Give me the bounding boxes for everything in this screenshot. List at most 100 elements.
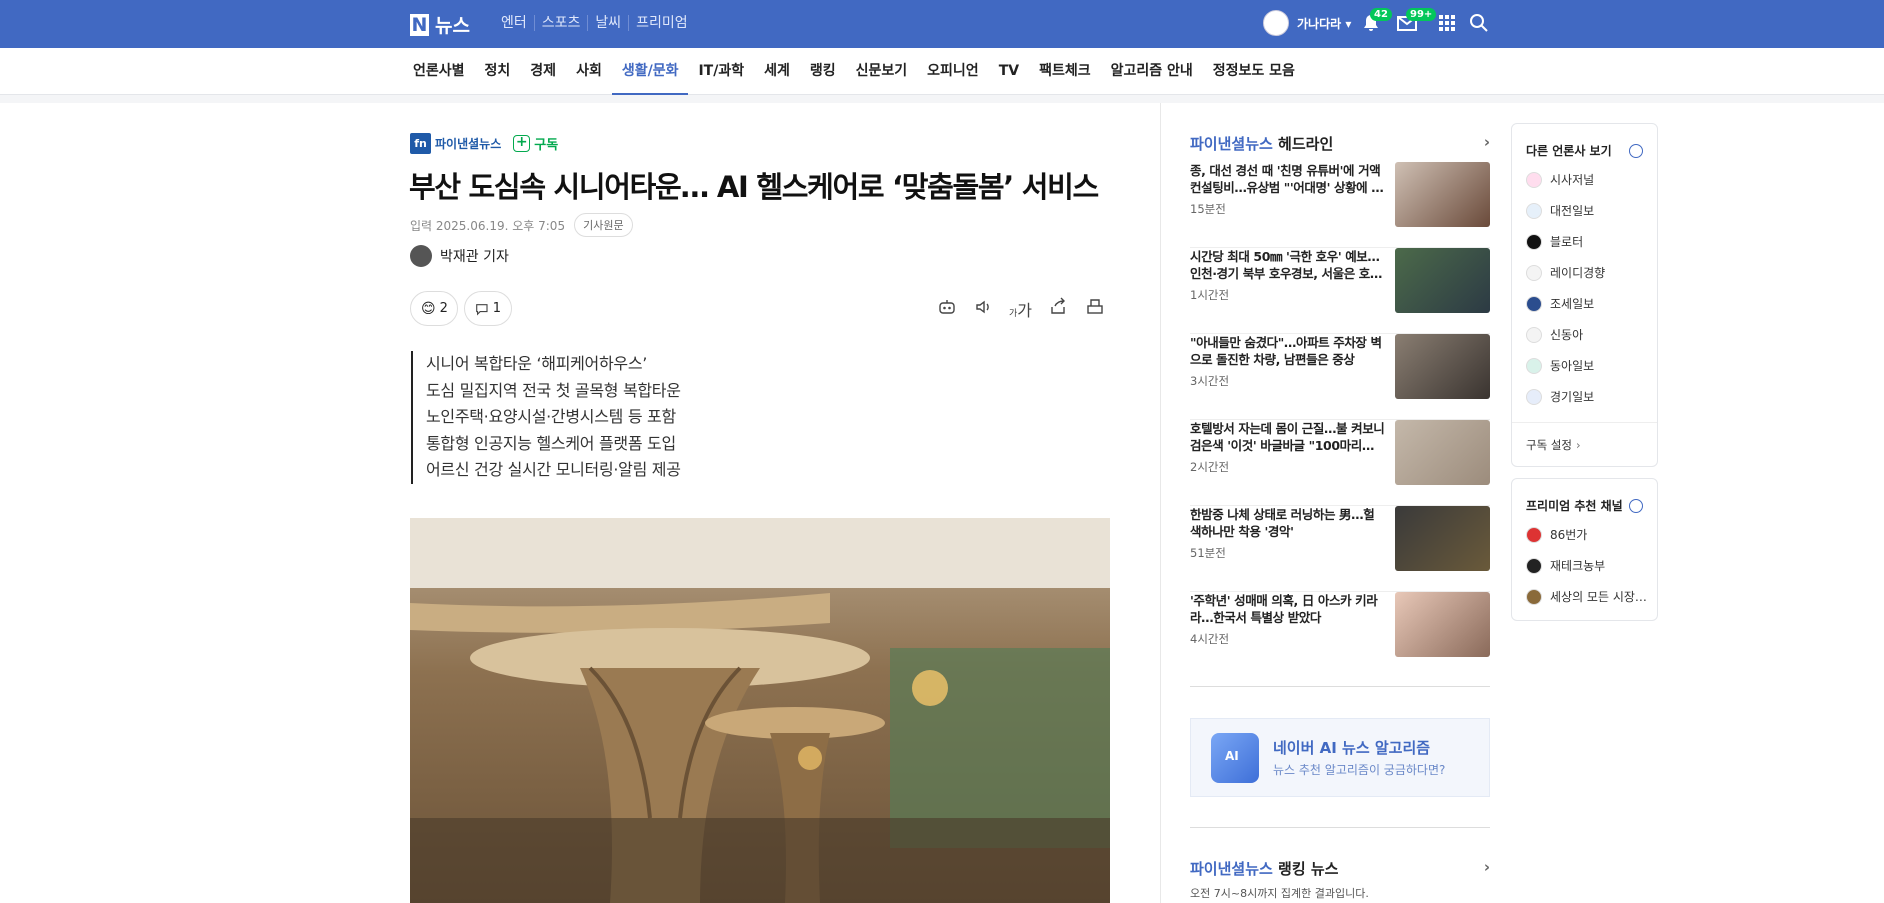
top-links: 엔터 스포츠 날씨 프리미엄 (494, 15, 695, 31)
summary-line: 도심 밀집지역 전국 첫 골목형 복합타운 (426, 380, 681, 400)
comment-button[interactable]: 1 (464, 291, 512, 326)
press-item[interactable]: 조세일보 (1526, 295, 1594, 312)
user-menu[interactable]: 가나다라 ▾ (1263, 10, 1351, 36)
headline-thumbnail (1395, 334, 1490, 399)
naver-news-logo[interactable]: N 뉴스 (410, 11, 470, 38)
ai-icon: AI (1211, 733, 1259, 783)
print-icon[interactable] (1076, 297, 1113, 321)
summary-line: 노인주택·요양시설·간병시스템 등 포함 (426, 407, 676, 426)
article-summary: 시니어 복합타운 ‘해피케어하우스’ 도심 밀집지역 전국 첫 골목형 복합타운… (411, 351, 681, 484)
press-item[interactable]: 신동아 (1526, 326, 1583, 343)
channel-logo-icon (1526, 526, 1542, 543)
headline-item[interactable]: 한밤중 나체 상태로 러닝하는 男…헐색하나만 착용 '경악' 51분전 (1190, 506, 1490, 592)
nav-item-ranking[interactable]: 랭킹 (800, 48, 846, 95)
refresh-icon[interactable] (1629, 499, 1643, 513)
headline-item[interactable]: '주학년' 성매매 의혹, 日 아스카 키라라…한국서 특별상 받았다 4시간전 (1190, 592, 1490, 678)
nav-item-opinion[interactable]: 오피니언 (917, 48, 989, 95)
top-link-premium[interactable]: 프리미엄 (628, 15, 695, 31)
nav-item-factcheck[interactable]: 팩트체크 (1029, 48, 1101, 95)
nav-item-newspaper[interactable]: 신문보기 (846, 48, 918, 95)
press-logo-icon (1526, 171, 1542, 188)
divider (1190, 827, 1490, 828)
press-item[interactable]: 블로터 (1526, 233, 1583, 250)
notification-badge: 42 (1370, 8, 1392, 21)
font-size-label: 가 (1017, 301, 1032, 320)
user-name-text: 가나다라 (1297, 16, 1342, 31)
robot-summary-icon[interactable] (928, 297, 965, 321)
reporter-name: 박재관 기자 (440, 249, 509, 265)
avatar (1263, 10, 1289, 36)
ranking-title: 랭킹 뉴스 (1278, 860, 1339, 878)
nav-item-world[interactable]: 세계 (754, 48, 800, 95)
nav-item-press[interactable]: 언론사별 (403, 48, 475, 95)
speaker-icon[interactable] (965, 297, 1002, 321)
press-item[interactable]: 시사저널 (1526, 171, 1594, 188)
subscribe-setting-link[interactable]: 구독 설정 › (1526, 437, 1581, 453)
original-article-button[interactable]: 기사원문 (574, 213, 633, 237)
mail-button[interactable]: 99+ (1396, 8, 1437, 36)
subscribe-button[interactable]: + 구독 (513, 134, 558, 153)
premium-title: 프리미엄 추천 채널 (1526, 499, 1623, 513)
nav-item-algorithm[interactable]: 알고리즘 안내 (1101, 48, 1203, 95)
top-link-sports[interactable]: 스포츠 (533, 15, 588, 31)
mail-badge: 99+ (1406, 8, 1437, 21)
press-item[interactable]: 경기일보 (1526, 388, 1594, 405)
article-title: 부산 도심속 시니어타운… AI 헬스케어로 ‘맞춤돌봄’ 서비스 (409, 170, 1099, 204)
summary-line: 시니어 복합타운 ‘해피케어하우스’ (426, 354, 648, 373)
comment-count: 1 (492, 301, 501, 316)
article-meta: 입력 2025.06.19. 오후 7:05 기사원문 (410, 213, 633, 237)
share-icon[interactable] (1039, 297, 1076, 321)
notification-button[interactable]: 42 (1360, 8, 1392, 36)
headline-item[interactable]: "아내들만 숨겼다"…아파트 주차장 벽으로 돌진한 차량, 남편들은 중상 3… (1190, 334, 1490, 420)
reaction-button[interactable]: 😊 2 (410, 291, 458, 326)
headline-section-title: 헤드라인 (1278, 135, 1334, 153)
nav-item-life-culture[interactable]: 생활/문화 (611, 48, 689, 95)
press-item[interactable]: 레이디경향 (1526, 264, 1605, 281)
press-item-name: 동아일보 (1550, 359, 1595, 373)
nav-item-corrections[interactable]: 정정보도 모음 (1203, 48, 1305, 95)
headline-item-time: 15분전 (1190, 202, 1226, 216)
other-press-panel: 다른 언론사 보기 시사저널 대전일보 블로터 레이디경향 조세일보 신동아 동… (1511, 123, 1658, 467)
ranking-section-header[interactable]: 파이낸셜뉴스 랭킹 뉴스 › 오전 7시~8시까지 집계한 결과입니다. (1190, 858, 1490, 901)
press-item-name: 레이디경향 (1550, 266, 1606, 280)
ranking-brand: 파이낸셜뉴스 (1190, 860, 1273, 878)
nav-item-society[interactable]: 사회 (566, 48, 612, 95)
category-nav: 언론사별 정치 경제 사회 생활/문화 IT/과학 세계 랭킹 신문보기 오피니… (0, 48, 1884, 95)
premium-item[interactable]: 세상의 모든 시장… (1526, 588, 1647, 605)
nav-item-it-science[interactable]: IT/과학 (688, 48, 754, 95)
headline-item-text: 시간당 최대 50㎜ '극한 호우' 예보… 인천·경기 북부 호우경보, 서울… (1190, 249, 1383, 281)
top-bar: N 뉴스 엔터 스포츠 날씨 프리미엄 가나다라 ▾ 42 99+ (0, 0, 1884, 48)
article-photo[interactable] (410, 518, 1110, 903)
press-item[interactable]: 대전일보 (1526, 202, 1594, 219)
channel-logo-icon (1526, 557, 1542, 574)
press-item[interactable]: 동아일보 (1526, 357, 1594, 374)
reporter-info[interactable]: 박재관 기자 (410, 245, 509, 267)
headline-item[interactable]: 종, 대선 경선 때 '친명 유튜버'에 거액 컨설팅비…유상범 "'어대명' … (1190, 162, 1490, 248)
headline-section-header[interactable]: 파이낸셜뉴스 헤드라인 › (1190, 133, 1490, 154)
ranking-desc: 오전 7시~8시까지 집계한 결과입니다. (1190, 887, 1369, 900)
ai-banner-subtitle: 뉴스 추천 알고리즘이 궁금하다면? (1273, 763, 1446, 777)
nav-item-economy[interactable]: 경제 (520, 48, 566, 95)
nav-item-politics[interactable]: 정치 (475, 48, 521, 95)
apps-button[interactable] (1436, 12, 1460, 36)
headline-thumbnail (1395, 506, 1490, 571)
premium-item[interactable]: 86번가 (1526, 526, 1587, 543)
search-button[interactable] (1468, 12, 1492, 36)
headline-thumbnail (1395, 248, 1490, 313)
premium-item[interactable]: 재테크농부 (1526, 557, 1605, 574)
press-name[interactable]: 파이낸셜뉴스 (435, 135, 501, 152)
ai-algorithm-banner[interactable]: AI 네이버 AI 뉴스 알고리즘 뉴스 추천 알고리즘이 궁금하다면? (1190, 718, 1490, 797)
font-size-button[interactable]: 가가 (1002, 297, 1039, 321)
news-logo-text: 뉴스 (435, 15, 470, 37)
headline-item[interactable]: 시간당 최대 50㎜ '극한 호우' 예보… 인천·경기 북부 호우경보, 서울… (1190, 248, 1490, 334)
premium-channel-panel: 프리미엄 추천 채널 86번가 재테크농부 세상의 모든 시장… (1511, 478, 1658, 621)
refresh-icon[interactable] (1629, 144, 1643, 158)
top-link-entertainment[interactable]: 엔터 (494, 15, 534, 31)
press-item-name: 신동아 (1550, 328, 1584, 342)
headline-item[interactable]: 호텔방서 자는데 몸이 근질…불 켜보니 검은색 '이것' 바글바글 "100마… (1190, 420, 1490, 506)
fn-logo-icon[interactable]: fn (410, 133, 431, 154)
column-divider (1160, 103, 1161, 903)
top-link-weather[interactable]: 날씨 (587, 15, 628, 31)
nav-item-tv[interactable]: TV (989, 48, 1029, 95)
premium-item-name: 세상의 모든 시장… (1550, 590, 1647, 604)
